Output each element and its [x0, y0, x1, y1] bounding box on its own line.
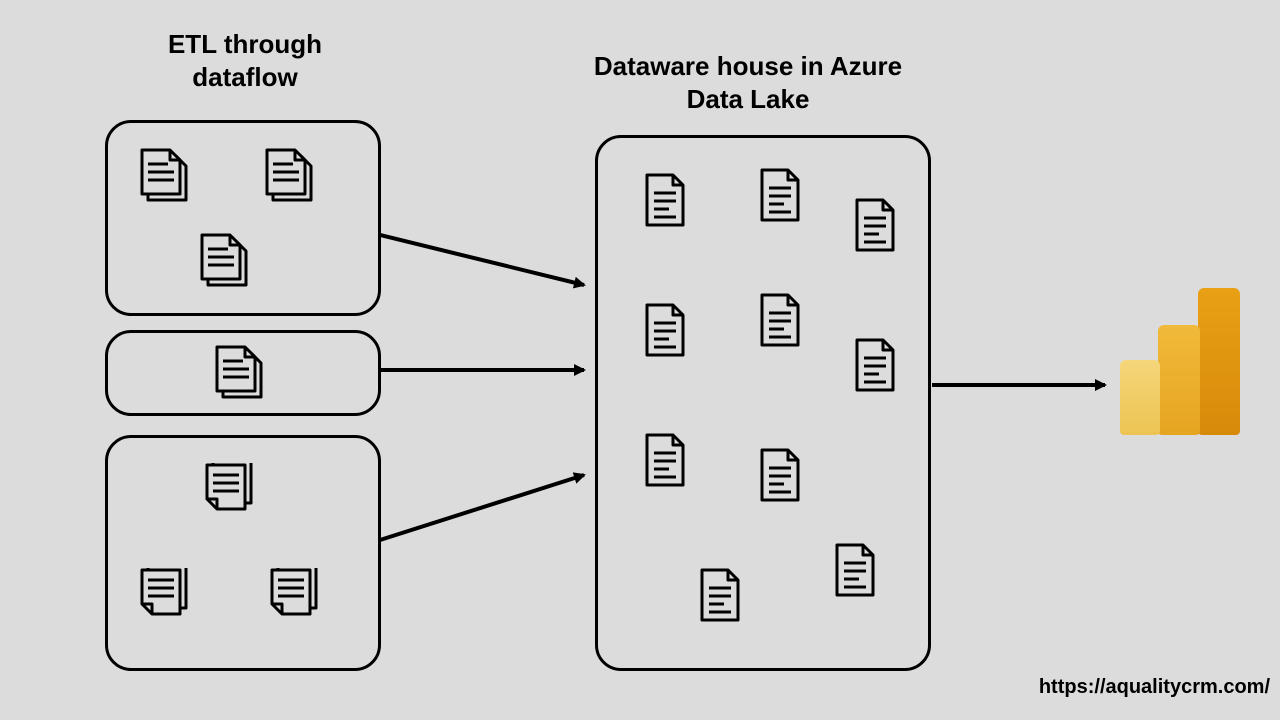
file-icon: [833, 543, 881, 603]
documents-icon: [268, 568, 328, 628]
datawarehouse-title: Dataware house in Azure Data Lake: [588, 50, 908, 115]
etl-title: ETL through dataflow: [120, 28, 370, 93]
file-icon: [853, 338, 901, 398]
file-icon: [643, 303, 691, 363]
powerbi-logo: [1120, 285, 1240, 435]
documents-icon: [138, 148, 198, 208]
etl-source-box-3: [105, 435, 381, 671]
datawarehouse-box: [595, 135, 931, 671]
documents-icon: [198, 233, 258, 293]
file-icon: [758, 293, 806, 353]
documents-icon: [203, 463, 263, 523]
documents-icon: [213, 345, 273, 405]
etl-source-box-1: [105, 120, 381, 316]
etl-source-box-2: [105, 330, 381, 416]
documents-icon: [263, 148, 323, 208]
documents-icon: [138, 568, 198, 628]
file-icon: [758, 168, 806, 228]
file-icon: [758, 448, 806, 508]
powerbi-bar-1: [1120, 360, 1160, 435]
file-icon: [643, 173, 691, 233]
diagram-canvas: ETL through dataflow Dataware house in A…: [0, 0, 1280, 720]
powerbi-bar-2: [1158, 325, 1200, 435]
powerbi-bar-3: [1198, 288, 1240, 435]
file-icon: [643, 433, 691, 493]
footer-url: https://aqualitycrm.com/: [970, 675, 1270, 700]
arrow-etl3-to-dw: [380, 475, 584, 540]
file-icon: [853, 198, 901, 258]
file-icon: [698, 568, 746, 628]
arrow-etl1-to-dw: [380, 235, 584, 285]
